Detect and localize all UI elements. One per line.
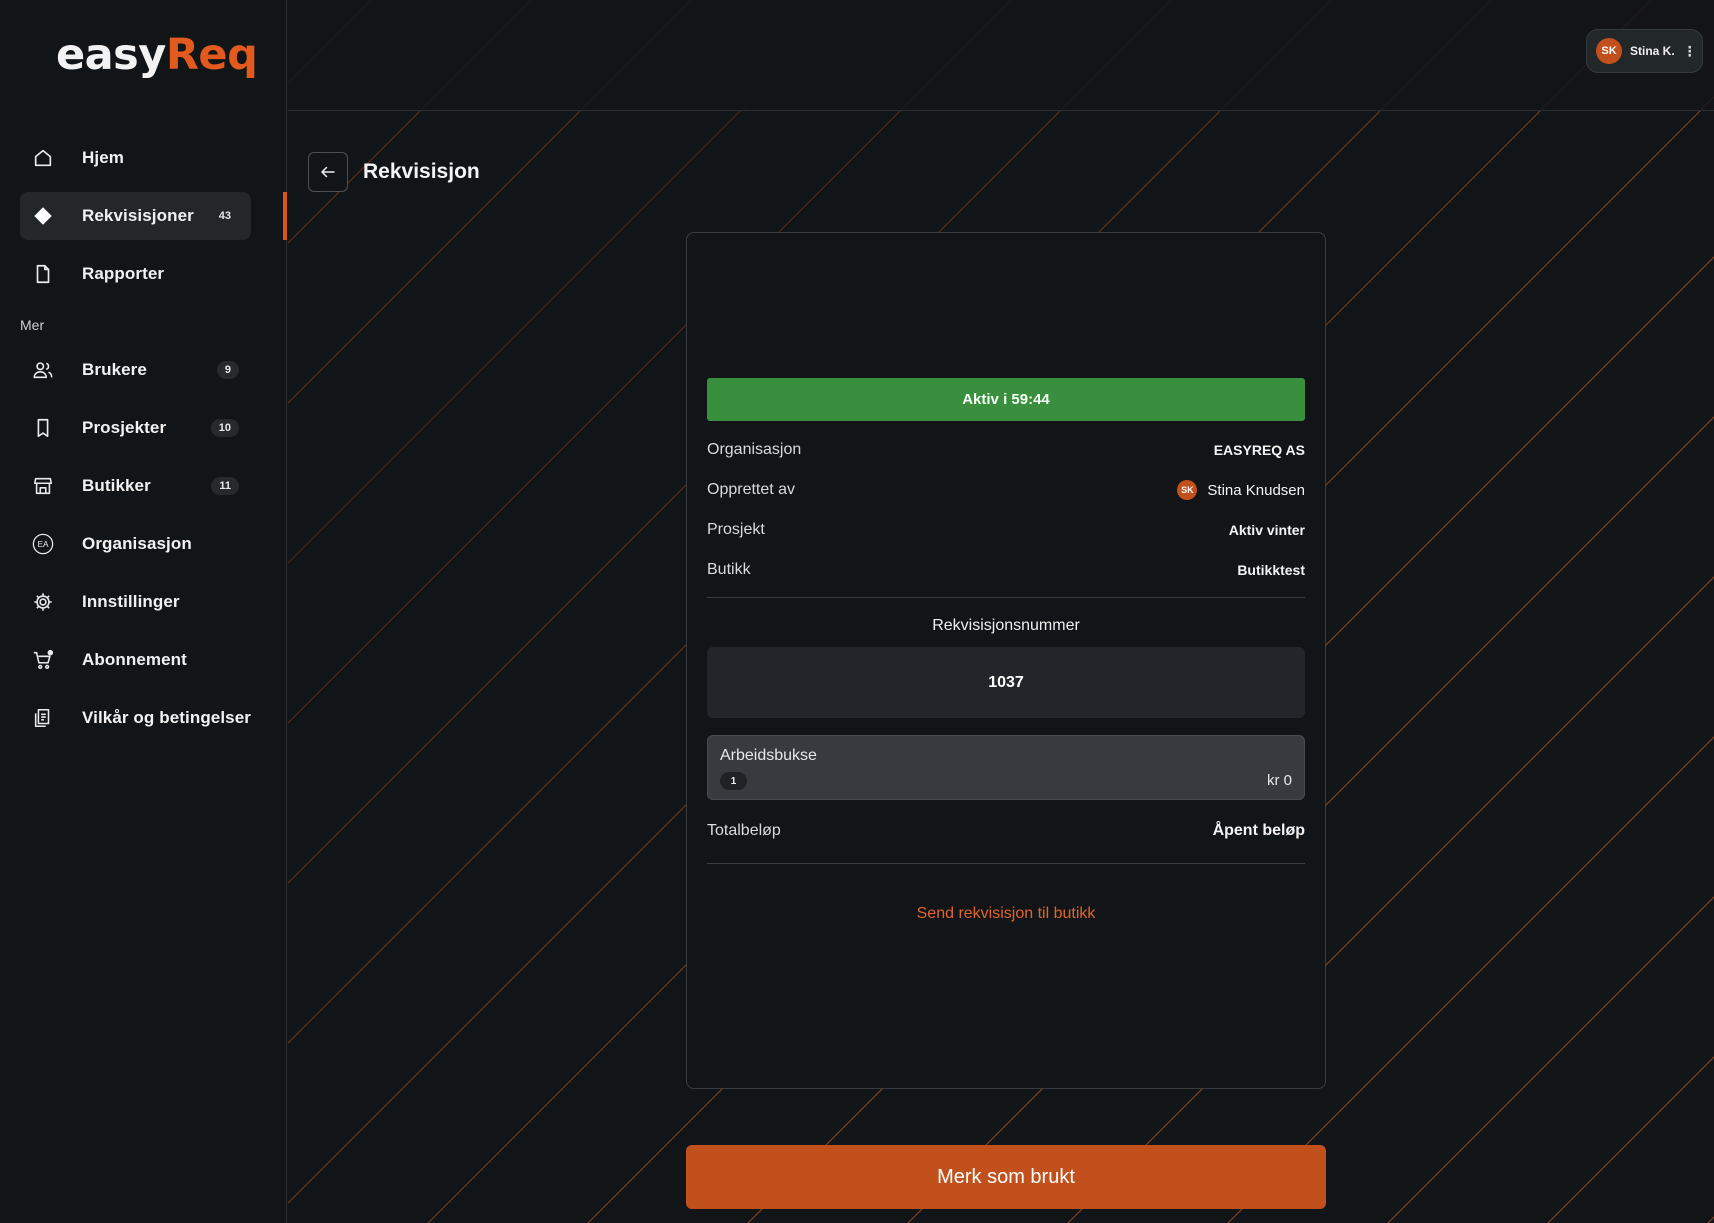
sidebar-item-vilkar[interactable]: Vilkår og betingelser — [20, 694, 251, 742]
app-root: easyReq Hjem Rekvisisjoner 43 Rapporter … — [0, 0, 1714, 1223]
total-label: Totalbeløp — [707, 822, 781, 839]
org-badge-icon: EA — [32, 533, 54, 555]
avatar: SK — [1596, 38, 1622, 64]
user-menu-button[interactable]: SK Stina K. ⋮ — [1586, 29, 1703, 73]
count-badge: 11 — [211, 477, 239, 495]
detail-row-prosjekt: Prosjekt Aktiv vinter — [707, 518, 1305, 542]
section-label-mer: Mer — [20, 317, 45, 333]
sidebar-item-label: Rapporter — [82, 264, 165, 283]
sidebar-item-label: Hjem — [82, 148, 124, 167]
sidebar-item-label: Vilkår og betingelser — [82, 708, 252, 727]
svg-text:EA: EA — [37, 540, 49, 549]
detail-key: Butikk — [707, 561, 751, 578]
item-price: kr 0 — [1266, 772, 1292, 789]
sidebar-item-innstillinger[interactable]: Innstillinger — [20, 578, 251, 626]
detail-row-butikk: Butikk Butikktest — [707, 558, 1305, 582]
detail-row-opprettet-av: Opprettet av SK Stina Knudsen — [707, 478, 1305, 502]
quantity-badge: 1 — [720, 772, 747, 790]
sidebar-item-butikker[interactable]: Butikker 11 — [20, 462, 251, 510]
logo-text-easy: easy — [56, 30, 166, 80]
sidebar-item-organisasjon[interactable]: EA Organisasjon — [20, 520, 251, 568]
detail-value: SK Stina Knudsen — [1177, 480, 1305, 500]
divider — [707, 863, 1305, 864]
count-badge: 43 — [218, 210, 231, 222]
sidebar-item-hjem[interactable]: Hjem — [20, 134, 251, 182]
primary-nav: Hjem Rekvisisjoner 43 Rapporter — [20, 134, 251, 308]
total-row: Totalbeløp Åpent beløp — [707, 819, 1305, 843]
more-vertical-icon: ⋮ — [1682, 42, 1697, 59]
main-content: SK Stina K. ⋮ Rekvisisjon Aktiv i 59:44 … — [288, 0, 1714, 1223]
requisition-number-label: Rekvisisjonsnummer — [932, 617, 1080, 634]
status-banner: Aktiv i 59:44 — [707, 378, 1305, 421]
sidebar-item-prosjekter[interactable]: Prosjekter 10 — [20, 404, 251, 452]
sidebar-item-label: Prosjekter — [82, 418, 167, 437]
back-button[interactable] — [308, 152, 348, 192]
item-name: Arbeidsbukse — [720, 747, 817, 764]
brand-logo[interactable]: easyReq — [56, 30, 258, 80]
avatar: SK — [1177, 480, 1198, 500]
detail-key: Prosjekt — [707, 521, 765, 538]
sidebar-item-label: Butikker — [82, 476, 151, 495]
total-value: Åpent beløp — [1212, 822, 1305, 839]
requisition-number: 1037 — [707, 647, 1305, 718]
active-nav-indicator — [283, 192, 287, 240]
sidebar: easyReq Hjem Rekvisisjoner 43 Rapporter … — [0, 0, 287, 1223]
detail-value: EASYREQ AS — [1213, 442, 1305, 458]
list-item: Arbeidsbukse 1 kr 0 — [707, 735, 1305, 800]
detail-key: Opprettet av — [707, 481, 796, 498]
diamond-icon — [32, 205, 54, 227]
sidebar-item-abonnement[interactable]: Abonnement — [20, 636, 251, 684]
divider — [707, 597, 1305, 598]
send-to-store-link[interactable]: Send rekvisisjon til butikk — [707, 905, 1305, 923]
cart-icon — [32, 649, 54, 671]
store-icon — [32, 475, 54, 497]
detail-key: Organisasjon — [707, 441, 802, 458]
detail-value: Butikktest — [1237, 562, 1305, 578]
sidebar-item-label: Brukere — [82, 360, 147, 379]
sidebar-item-rapporter[interactable]: Rapporter — [20, 250, 251, 298]
sidebar-item-label: Abonnement — [82, 650, 187, 669]
terms-icon — [32, 707, 54, 729]
gear-icon — [32, 591, 54, 613]
top-bar: SK Stina K. ⋮ — [288, 0, 1714, 111]
count-badge: 10 — [210, 419, 239, 437]
creator-name: Stina Knudsen — [1207, 481, 1305, 499]
sidebar-item-label: Organisasjon — [82, 534, 192, 553]
sidebar-item-label: Innstillinger — [82, 592, 180, 611]
page-title: Rekvisisjon — [363, 160, 480, 183]
detail-row-organisasjon: Organisasjon EASYREQ AS — [707, 438, 1305, 462]
document-icon — [32, 263, 54, 285]
requisition-card: Aktiv i 59:44 Organisasjon EASYREQ AS Op… — [686, 232, 1326, 1089]
detail-value: Aktiv vinter — [1228, 522, 1305, 538]
count-badge: 9 — [216, 361, 239, 379]
logo-text-req: Req — [165, 30, 258, 80]
arrow-left-icon — [321, 166, 335, 178]
secondary-nav: Brukere 9 Prosjekter 10 Butikker 11 EA O… — [20, 346, 251, 752]
users-icon — [32, 359, 54, 381]
bookmark-icon — [32, 417, 54, 439]
sidebar-item-rekvisisjoner[interactable]: Rekvisisjoner 43 — [20, 192, 251, 240]
sidebar-item-label: Rekvisisjoner — [82, 206, 194, 225]
home-icon — [32, 147, 54, 169]
user-name: Stina K. — [1630, 44, 1675, 58]
sidebar-item-brukere[interactable]: Brukere 9 — [20, 346, 251, 394]
mark-as-used-button[interactable]: Merk som brukt — [686, 1145, 1326, 1209]
